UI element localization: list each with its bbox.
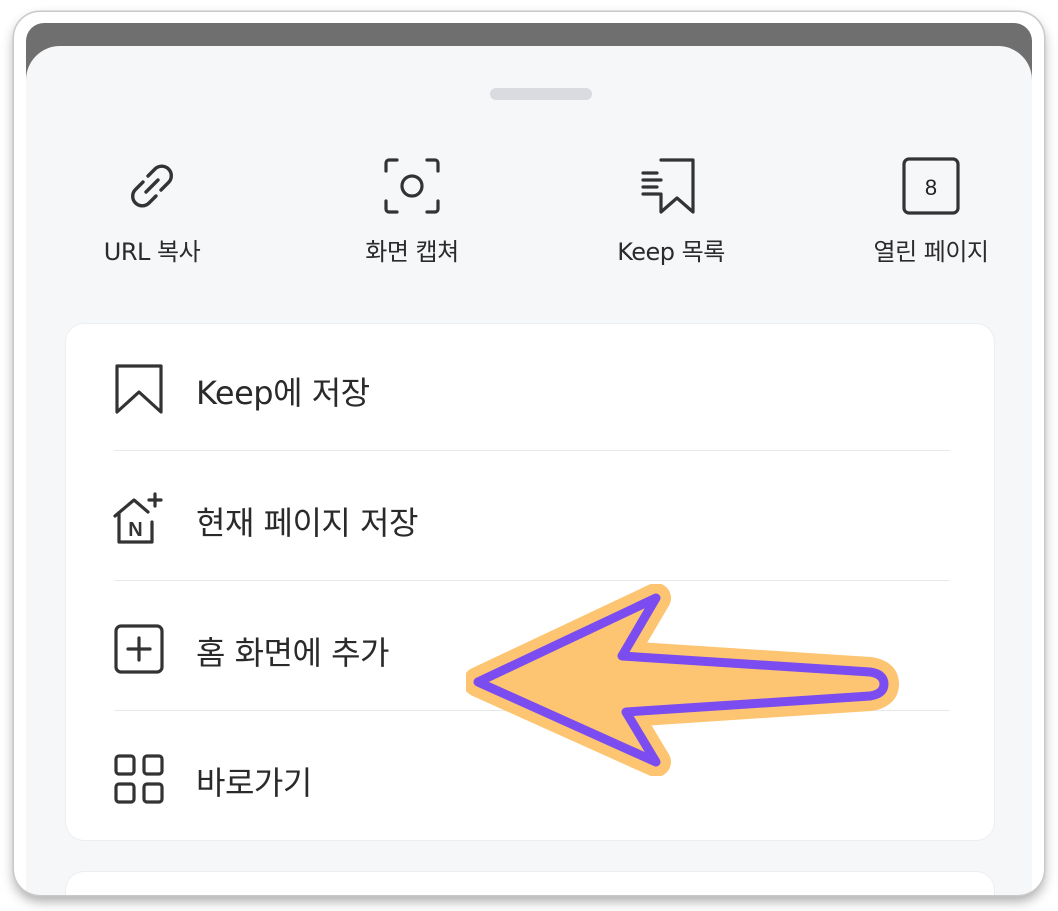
- quick-action-label: 화면 캡쳐: [365, 238, 459, 266]
- screenshot-frame: URL 복사 화면 캡쳐 Keep 목록 8 열린 페이지 Keep에 저장 N…: [14, 12, 1044, 895]
- keep-list-icon: [641, 158, 695, 214]
- quick-action-label: URL 복사: [103, 238, 201, 266]
- menu-divider: [114, 450, 950, 451]
- menu-item-label: Keep에 저장: [196, 374, 370, 412]
- naver-home-add-icon: N: [113, 492, 163, 544]
- naver-letter: N: [128, 519, 142, 541]
- menu-item-label: 바로가기: [196, 764, 312, 802]
- open-pages-count: 8: [925, 175, 937, 200]
- screen-capture-icon: [384, 158, 440, 214]
- menu-item-label: 홈 화면에 추가: [196, 634, 389, 672]
- quick-action-label: 열린 페이지: [873, 238, 989, 266]
- menu-divider: [114, 580, 950, 581]
- bookmark-icon: [115, 364, 163, 414]
- add-square-icon: [114, 624, 164, 674]
- quick-action-screen-capture[interactable]: 화면 캡쳐: [302, 154, 522, 278]
- quick-action-copy-url[interactable]: URL 복사: [42, 154, 262, 278]
- menu-item-save-current-page[interactable]: N 현재 페이지 저장: [66, 454, 994, 584]
- menu-item-label: 현재 페이지 저장: [196, 504, 418, 542]
- quick-action-label: Keep 목록: [617, 238, 725, 266]
- next-menu-card: [66, 872, 994, 895]
- quick-action-keep-list[interactable]: Keep 목록: [561, 154, 781, 278]
- grid-icon: [114, 754, 164, 804]
- menu-item-save-to-keep[interactable]: Keep에 저장: [66, 324, 994, 454]
- open-pages-icon: 8: [902, 157, 960, 215]
- quick-action-open-pages[interactable]: 8 열린 페이지: [821, 154, 1032, 278]
- sheet-drag-handle[interactable]: [490, 88, 592, 100]
- link-icon: [131, 164, 173, 208]
- annotation-arrow: [466, 584, 899, 776]
- bottom-sheet: URL 복사 화면 캡쳐 Keep 목록 8 열린 페이지 Keep에 저장 N…: [26, 46, 1032, 895]
